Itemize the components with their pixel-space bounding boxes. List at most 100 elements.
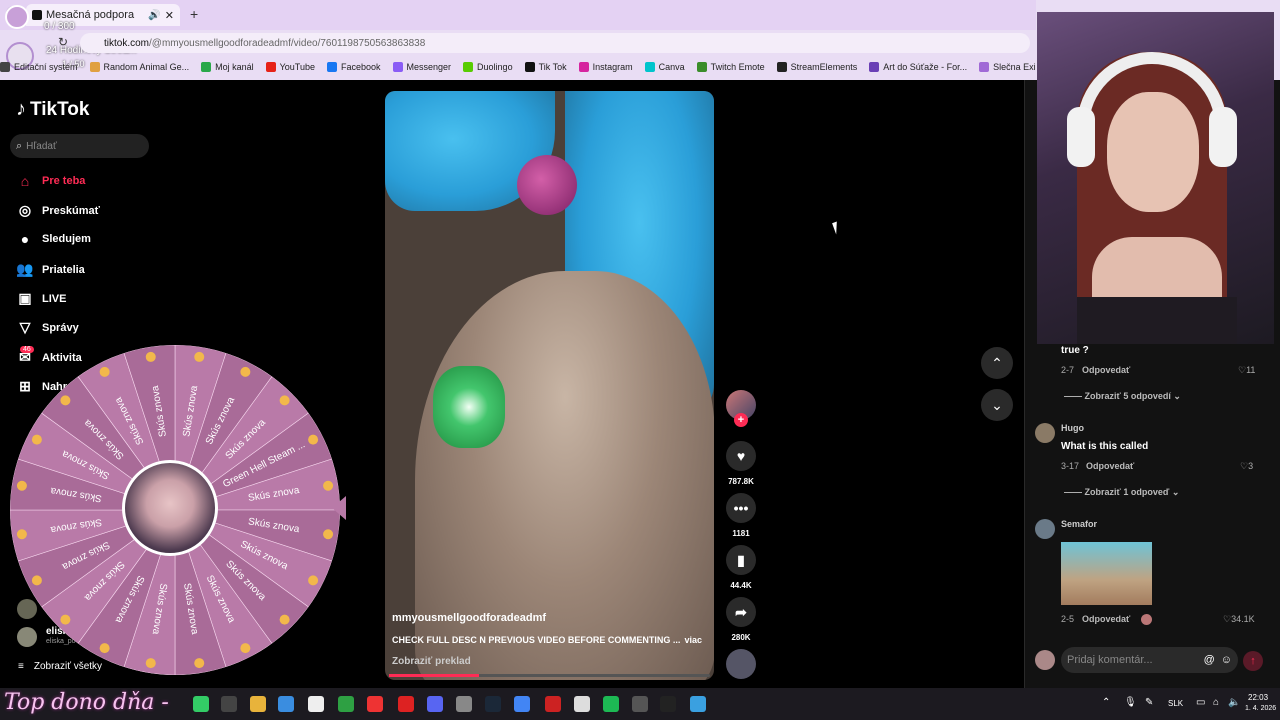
reply-link[interactable]: Odpovedať	[1082, 365, 1130, 375]
bookmark-item[interactable]: Facebook	[326, 62, 381, 72]
like-button[interactable]: ♥ 787.8K	[722, 441, 760, 486]
steam-icon[interactable]	[485, 696, 501, 712]
bookmark-item[interactable]: Art do Súťaže - For...	[869, 62, 967, 72]
bookmark-item[interactable]: YouTube	[265, 62, 315, 72]
commenter-avatar[interactable]	[1035, 423, 1055, 443]
folder-icon[interactable]	[250, 696, 266, 712]
chrome-icon[interactable]	[514, 696, 530, 712]
save-button[interactable]: ▮ 44.4K	[722, 545, 760, 590]
xbox-icon[interactable]	[338, 696, 354, 712]
sidebar-item-pre-teba[interactable]: ⌂ Pre teba	[16, 173, 86, 189]
sidebar-item-live[interactable]: ▣ LIVE	[16, 290, 66, 307]
speaker-icon[interactable]: 🔊	[148, 10, 160, 21]
bookmark-item[interactable]: Instagram	[578, 62, 633, 72]
comment-input[interactable]: Pridaj komentár... @ ☺	[1061, 647, 1238, 673]
comment-like-count: 11	[1246, 365, 1256, 375]
game-icon[interactable]	[221, 696, 237, 712]
avatar-icon: ●	[20, 231, 30, 247]
next-video-button[interactable]: ⌄	[981, 389, 1013, 421]
emoji-icon	[279, 614, 290, 625]
view-replies-link[interactable]: —— Zobraziť 1 odpoveď ⌄	[1064, 487, 1179, 498]
language-indicator[interactable]: SLK	[1168, 699, 1183, 708]
bookmark-item[interactable]: Twitch Emote	[696, 62, 765, 72]
following-avatar[interactable]	[17, 599, 37, 619]
bookmark-item[interactable]: Editační systém	[0, 62, 78, 72]
translate-link[interactable]: Zobraziť preklad	[392, 656, 712, 667]
record-icon[interactable]	[367, 696, 383, 712]
tray-chevron-icon[interactable]: ⌃	[1102, 697, 1110, 708]
bookmark-item[interactable]: StreamElements	[776, 62, 857, 72]
show-all-link[interactable]: ≡ Zobraziť všetky	[18, 661, 102, 672]
emoji-icon	[16, 529, 27, 540]
post-comment-button[interactable]: ↑	[1243, 651, 1263, 671]
volume-icon[interactable]: 🔈	[1228, 697, 1240, 708]
calculator-icon[interactable]	[632, 696, 648, 712]
microphone-icon[interactable]: 🎙	[1124, 697, 1137, 708]
view-replies-link[interactable]: —— Zobraziť 5 odpovedí ⌄	[1064, 391, 1181, 402]
comment-like[interactable]: ♡34.1K	[1223, 614, 1255, 625]
sidebar-item-priatelia[interactable]: 👥 Priatelia	[16, 261, 85, 278]
terminal-icon[interactable]	[660, 696, 676, 712]
bookmark-item[interactable]: Random Animal Ge...	[89, 62, 189, 72]
comment-like[interactable]: ♡11	[1238, 365, 1255, 376]
creator-avatar[interactable]: +	[722, 390, 760, 427]
comment-button[interactable]: ••• 1181	[722, 493, 760, 538]
close-icon[interactable]: ✕	[165, 9, 174, 22]
bookmark-favicon-icon	[776, 62, 787, 72]
comment-like[interactable]: ♡3	[1240, 461, 1253, 472]
bookmark-label: YouTube	[279, 62, 315, 72]
following-handle: eliska_po	[46, 638, 76, 645]
app-icon[interactable]	[690, 696, 706, 712]
network-icon[interactable]: ⌂	[1213, 697, 1219, 708]
clock-time[interactable]: 22:03	[1248, 693, 1268, 702]
file-icon[interactable]	[193, 696, 209, 712]
discord-icon[interactable]	[427, 696, 443, 712]
commenter-name[interactable]: Semafor	[1061, 519, 1097, 529]
store-icon[interactable]	[278, 696, 294, 712]
bookmark-item[interactable]: Moj kanál	[201, 62, 254, 72]
video-author[interactable]: mmyousmellgoodforadeadmf	[392, 612, 712, 624]
follow-plus-icon[interactable]: +	[734, 413, 748, 427]
following-avatar[interactable]	[17, 627, 37, 647]
mention-icon[interactable]: @	[1204, 654, 1215, 666]
app-icon[interactable]	[308, 696, 324, 712]
bookmark-item[interactable]: Duolingo	[463, 62, 513, 72]
caption-more-link[interactable]: viac	[684, 635, 702, 645]
bookmark-icon: ▮	[726, 545, 756, 575]
comment-text: What is this called	[1061, 441, 1149, 452]
clock-date[interactable]: 1. 4. 2026	[1245, 705, 1276, 712]
pen-icon[interactable]: ✎	[1145, 697, 1153, 708]
spotify-icon[interactable]	[603, 696, 619, 712]
previous-video-button[interactable]: ⌃	[981, 347, 1013, 379]
sound-disc[interactable]	[722, 649, 760, 685]
display-icon[interactable]: ▭	[1196, 697, 1205, 708]
emoji-icon	[323, 529, 334, 540]
search-input[interactable]: ⌕ Hľadať	[10, 134, 149, 158]
bookmark-item[interactable]: Canva	[644, 62, 685, 72]
bookmark-favicon-icon	[979, 62, 990, 72]
opera-icon[interactable]	[398, 696, 414, 712]
new-tab-button[interactable]: +	[190, 6, 198, 22]
wiki-icon[interactable]	[574, 696, 590, 712]
reload-icon[interactable]: ↻	[58, 35, 68, 49]
video-player[interactable]	[385, 91, 714, 680]
tiktok-logo[interactable]: ♪ TikTok	[16, 98, 89, 121]
reply-link[interactable]: Odpovedať	[1086, 461, 1134, 471]
commenter-name[interactable]: Hugo	[1061, 423, 1084, 433]
sidebar-item-preskúmať[interactable]: ◎ Preskúmať	[16, 202, 100, 219]
commenter-avatar[interactable]	[1035, 519, 1055, 539]
sidebar-item-sledujem[interactable]: ● Sledujem	[16, 231, 91, 247]
github-icon[interactable]	[456, 696, 472, 712]
bookmark-item[interactable]: Tik Tok	[524, 62, 567, 72]
share-button[interactable]: ➦ 280K	[722, 597, 760, 642]
bookmark-item[interactable]: Messenger	[392, 62, 451, 72]
obs-icon[interactable]	[545, 696, 561, 712]
comment-icon: •••	[726, 493, 756, 523]
comment-image[interactable]	[1061, 542, 1152, 605]
bookmark-item[interactable]: Slečna Exis	[979, 62, 1036, 72]
address-bar[interactable]: tiktok.com/@mmyousmellgoodforadeadmf/vid…	[80, 33, 1030, 53]
reply-link[interactable]: Odpovedať	[1082, 614, 1130, 624]
sidebar-item-správy[interactable]: ▽ Správy	[16, 319, 79, 336]
emoji-icon[interactable]: ☺	[1221, 654, 1232, 666]
video-progress-bar[interactable]	[389, 674, 710, 677]
